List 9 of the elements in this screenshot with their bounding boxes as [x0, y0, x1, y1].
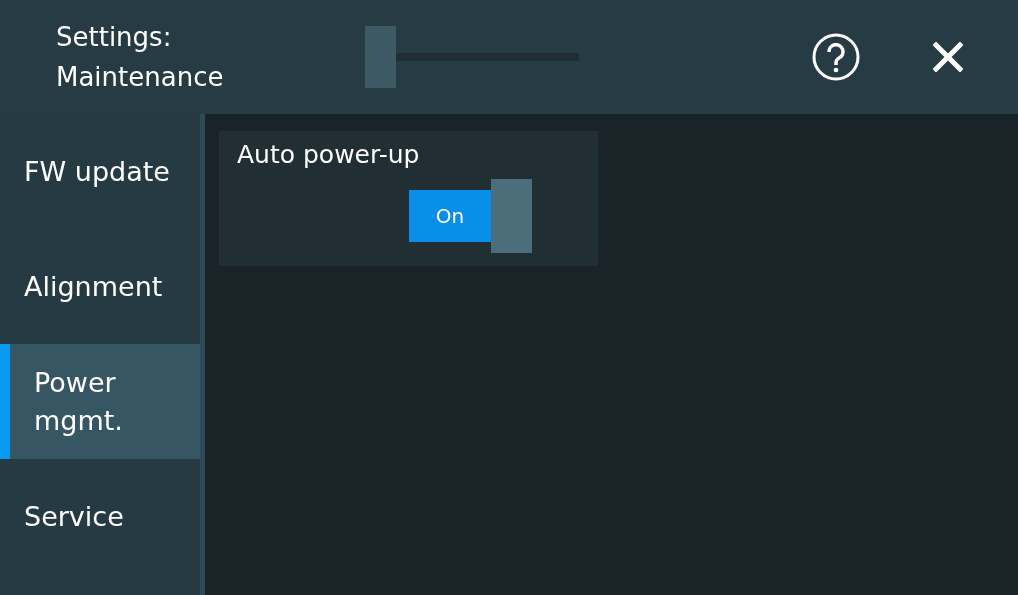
help-icon — [811, 32, 861, 82]
close-icon — [933, 42, 963, 72]
sidebar-tab[interactable]: Power mgmt. — [0, 344, 200, 459]
setting-label: Auto power-up — [237, 139, 421, 171]
sidebar-tab[interactable]: Alignment — [0, 229, 200, 344]
sidebar-tab[interactable]: Service — [0, 459, 200, 574]
drag-handle[interactable] — [365, 26, 579, 88]
window-title: Settings: Maintenance — [56, 21, 225, 94]
sidebar-tab[interactable]: FW update — [0, 114, 200, 229]
